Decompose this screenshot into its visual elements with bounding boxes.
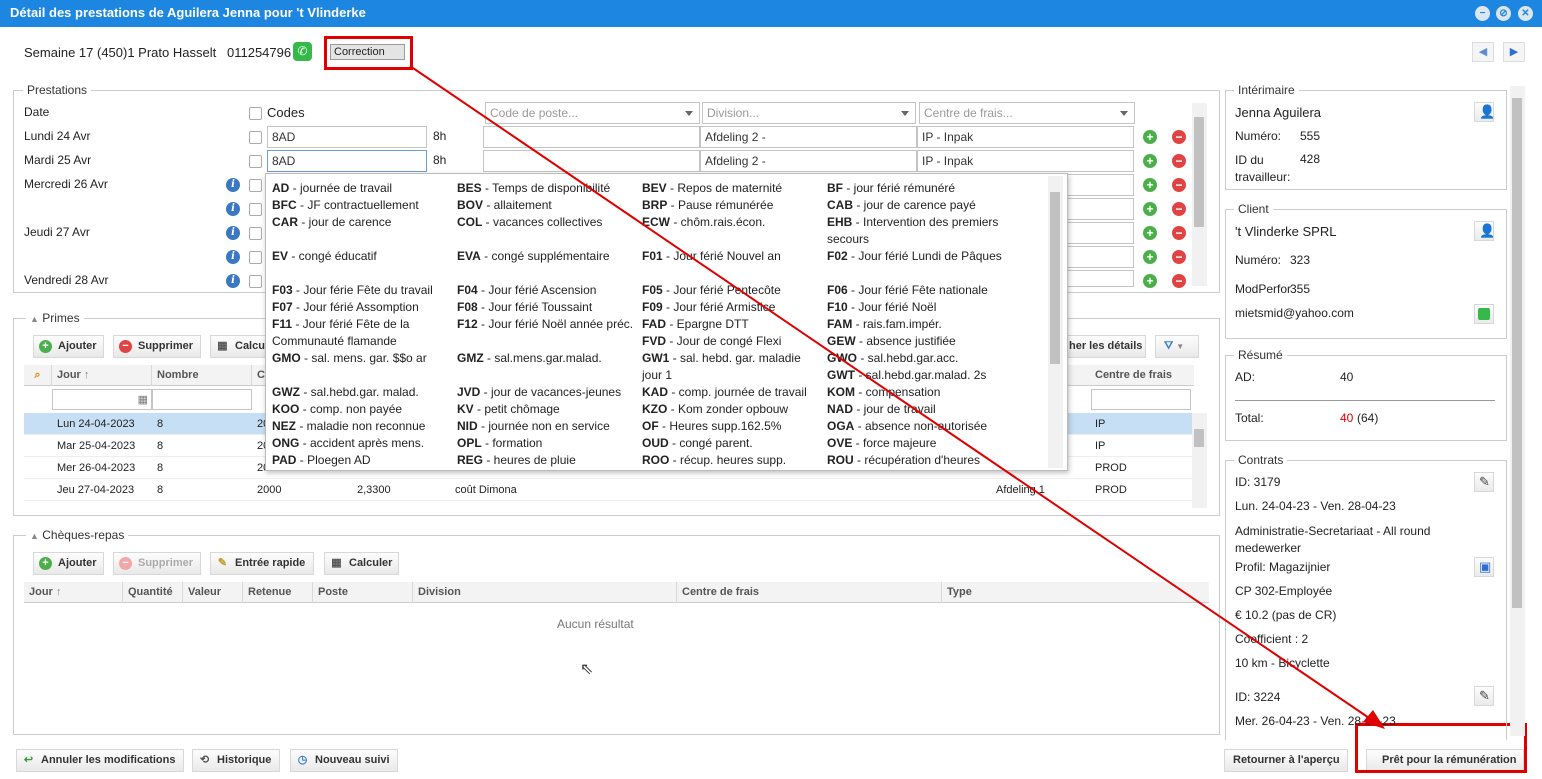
annotation-arrow [409, 65, 1385, 729]
dialog-window: Détail des prestations de Aguilera Jenna… [0, 0, 1542, 779]
